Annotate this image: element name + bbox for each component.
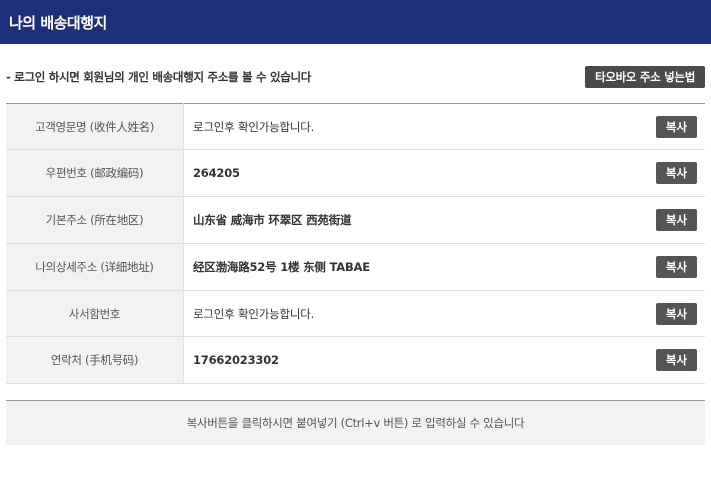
- taobao-address-guide-button[interactable]: 타오바오 주소 넣는법: [585, 66, 705, 88]
- copy-button[interactable]: 복사: [656, 256, 697, 278]
- row-value: 17662023302: [193, 353, 279, 367]
- row-value: 로그인후 확인가능합니다.: [193, 119, 315, 134]
- copy-button[interactable]: 복사: [656, 302, 697, 325]
- table-row: 사서함번호 로그인후 확인가능합니다. 복사: [6, 290, 705, 337]
- copy-button[interactable]: 복사: [656, 349, 697, 371]
- copy-instruction-note: 복사버튼을 클릭하시면 붙여넣기 (Ctrl+v 버튼) 로 입력하실 수 있습…: [6, 400, 705, 445]
- table-row: 기본주소 (所在地区) 山东省 威海市 环翠区 西苑街道 복사: [6, 196, 705, 244]
- row-value: 로그인후 확인가능합니다.: [193, 306, 315, 321]
- row-value: 264205: [193, 166, 240, 180]
- row-label: 연락처 (手机号码): [6, 336, 184, 384]
- table-row: 고객영문명 (收件人姓名) 로그인후 확인가능합니다. 복사: [6, 103, 705, 150]
- row-value: 山东省 威海市 环翠区 西苑街道: [193, 213, 352, 227]
- copy-instruction-text: 복사버튼을 클릭하시면 붙여넣기 (Ctrl+v 버튼) 로 입력하실 수 있습…: [186, 416, 525, 430]
- copy-button[interactable]: 복사: [656, 209, 697, 231]
- row-label: 나의상세주소 (详细地址): [6, 243, 184, 291]
- intro-text: - 로그인 하시면 회원님의 개인 배송대행지 주소를 볼 수 있습니다: [6, 70, 312, 84]
- page-header: 나의 배송대행지: [0, 0, 711, 44]
- page-title: 나의 배송대행지: [9, 13, 107, 32]
- intro-bar: - 로그인 하시면 회원님의 개인 배송대행지 주소를 볼 수 있습니다 타오바…: [6, 66, 705, 88]
- row-label: 기본주소 (所在地区): [6, 196, 184, 244]
- row-label: 사서함번호: [6, 290, 184, 337]
- row-label: 고객영문명 (收件人姓名): [6, 103, 184, 150]
- table-row: 연락처 (手机号码) 17662023302 복사: [6, 336, 705, 384]
- row-label: 우편번호 (邮政编码): [6, 149, 184, 197]
- table-row: 나의상세주소 (详细地址) 经区渤海路52号 1楼 东侧 TABAE 복사: [6, 243, 705, 291]
- copy-button[interactable]: 복사: [656, 115, 697, 138]
- table-row: 우편번호 (邮政编码) 264205 복사: [6, 149, 705, 197]
- copy-button[interactable]: 복사: [656, 162, 697, 184]
- address-table: 고객영문명 (收件人姓名) 로그인후 확인가능합니다. 복사 우편번호 (邮政编…: [6, 103, 705, 384]
- row-value: 经区渤海路52号 1楼 东侧 TABAE: [193, 260, 370, 274]
